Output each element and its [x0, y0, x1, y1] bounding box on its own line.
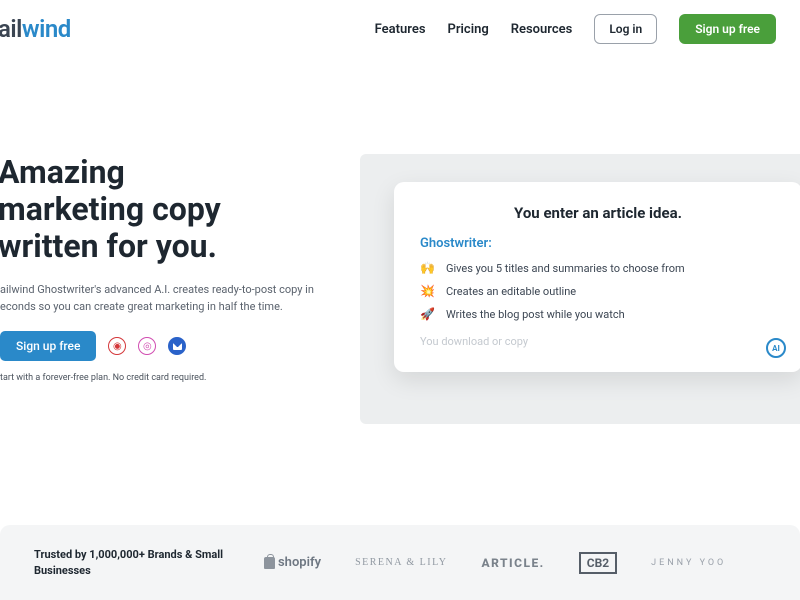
hero-title-line2: marketing copy [0, 190, 221, 228]
partner-article: ARTICLE. [481, 556, 544, 570]
main-nav: Features Pricing Resources Log in Sign u… [375, 14, 776, 44]
nav-features[interactable]: Features [375, 22, 426, 37]
collision-emoji-icon: 💥 [420, 284, 434, 298]
hero-fineprint: tart with a forever-free plan. No credit… [0, 373, 340, 383]
partner-shopify: shopify [264, 555, 321, 570]
nav-resources[interactable]: Resources [511, 22, 573, 37]
demo-next-step-faded: You download or copy [420, 335, 776, 348]
demo-writer-label: Ghostwriter: [420, 236, 776, 251]
demo-heading: You enter an article idea. [420, 204, 776, 222]
partner-serena: SERENA & LILY [355, 557, 447, 568]
hero-subtitle: ailwind Ghostwriter's advanced A.I. crea… [0, 282, 320, 315]
email-icon[interactable] [168, 337, 186, 355]
hero-cta-row: Sign up free ◉ ◎ [0, 331, 340, 361]
instagram-icon[interactable]: ◎ [138, 337, 156, 355]
signup-header-button[interactable]: Sign up free [679, 14, 776, 44]
brand-logo-part1: ail [0, 15, 22, 43]
trusted-label: Trusted by 1,000,000+ Brands & Small Bus… [34, 547, 224, 578]
header: ailwind Features Pricing Resources Log i… [0, 0, 800, 58]
hero-title: Amazing marketing copy written for you. [0, 154, 340, 264]
demo-feature-item: 💥 Creates an editable outline [420, 284, 776, 298]
partner-cb2: CB2 [579, 552, 617, 574]
brand-logo[interactable]: ailwind [0, 15, 71, 43]
pinterest-icon[interactable]: ◉ [108, 337, 126, 355]
hero-section: Amazing marketing copy written for you. … [0, 58, 800, 424]
hero-copy: Amazing marketing copy written for you. … [0, 154, 340, 383]
ai-badge-icon[interactable]: AI [766, 338, 786, 358]
signup-hero-button[interactable]: Sign up free [0, 331, 96, 361]
partner-jenny: JENNY YOO [651, 558, 726, 568]
demo-panel: You enter an article idea. Ghostwriter: … [360, 154, 800, 424]
trusted-strip: Trusted by 1,000,000+ Brands & Small Bus… [0, 525, 800, 600]
demo-card: You enter an article idea. Ghostwriter: … [394, 182, 800, 372]
demo-feature-item: 🚀 Writes the blog post while you watch [420, 307, 776, 321]
demo-feature-text: Gives you 5 titles and summaries to choo… [446, 262, 685, 275]
demo-feature-item: 🙌 Gives you 5 titles and summaries to ch… [420, 261, 776, 275]
partner-shopify-text: shopify [278, 555, 321, 570]
hero-title-line3: written for you. [0, 227, 217, 265]
hands-emoji-icon: 🙌 [420, 261, 434, 275]
nav-pricing[interactable]: Pricing [448, 22, 489, 37]
shopify-bag-icon [264, 557, 275, 569]
partner-logos: shopify SERENA & LILY ARTICLE. CB2 JENNY… [264, 552, 726, 574]
demo-feature-text: Writes the blog post while you watch [446, 308, 625, 321]
brand-logo-part3: ind [39, 15, 71, 43]
demo-feature-list: 🙌 Gives you 5 titles and summaries to ch… [420, 261, 776, 321]
demo-feature-text: Creates an editable outline [446, 285, 576, 298]
rocket-emoji-icon: 🚀 [420, 307, 434, 321]
hero-title-line1: Amazing [0, 153, 125, 191]
brand-logo-part2: w [22, 15, 39, 43]
login-button[interactable]: Log in [594, 14, 657, 44]
